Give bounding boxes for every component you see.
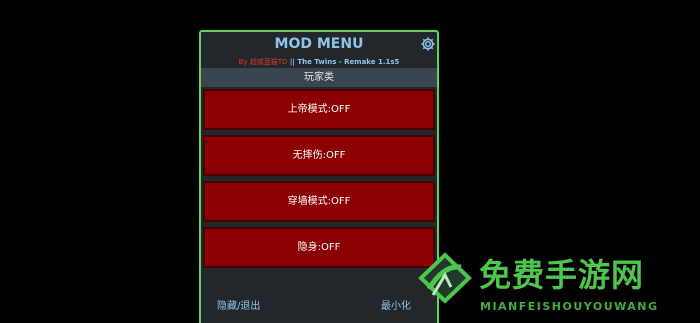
invisibility-toggle[interactable]: 隐身:OFF xyxy=(203,227,435,268)
menu-footer: 隐藏/退出 最小化 xyxy=(201,282,437,323)
noclip-toggle[interactable]: 穿墙模式:OFF xyxy=(203,181,435,222)
minimize-button[interactable]: 最小化 xyxy=(381,297,411,312)
menu-header: MOD MENU By 超威蓝猫TD || The Twins - Remake… xyxy=(201,32,437,68)
author-label: By 超威蓝猫TD xyxy=(238,58,288,66)
watermark-english-text: MIANFEISHOUYOUWANG xyxy=(480,300,659,313)
god-mode-toggle[interactable]: 上帝模式:OFF xyxy=(203,89,435,130)
menu-title: MOD MENU xyxy=(274,36,364,52)
menu-subtitle: By 超威蓝猫TD || The Twins - Remake 1.1s5 xyxy=(201,57,437,67)
gear-icon[interactable] xyxy=(420,36,436,52)
hide-exit-button[interactable]: 隐藏/退出 xyxy=(217,297,260,312)
game-version-label: || The Twins - Remake 1.1s5 xyxy=(287,58,400,66)
no-fall-damage-toggle[interactable]: 无摔伤:OFF xyxy=(203,135,435,176)
site-watermark: 免费手游网 MIANFEISHOUYOUWANG xyxy=(415,245,700,323)
watermark-logo-icon xyxy=(418,252,472,304)
mod-menu-panel: MOD MENU By 超威蓝猫TD || The Twins - Remake… xyxy=(199,30,439,323)
category-header: 玩家类 xyxy=(201,68,437,87)
watermark-chinese-text: 免费手游网 xyxy=(479,256,645,294)
